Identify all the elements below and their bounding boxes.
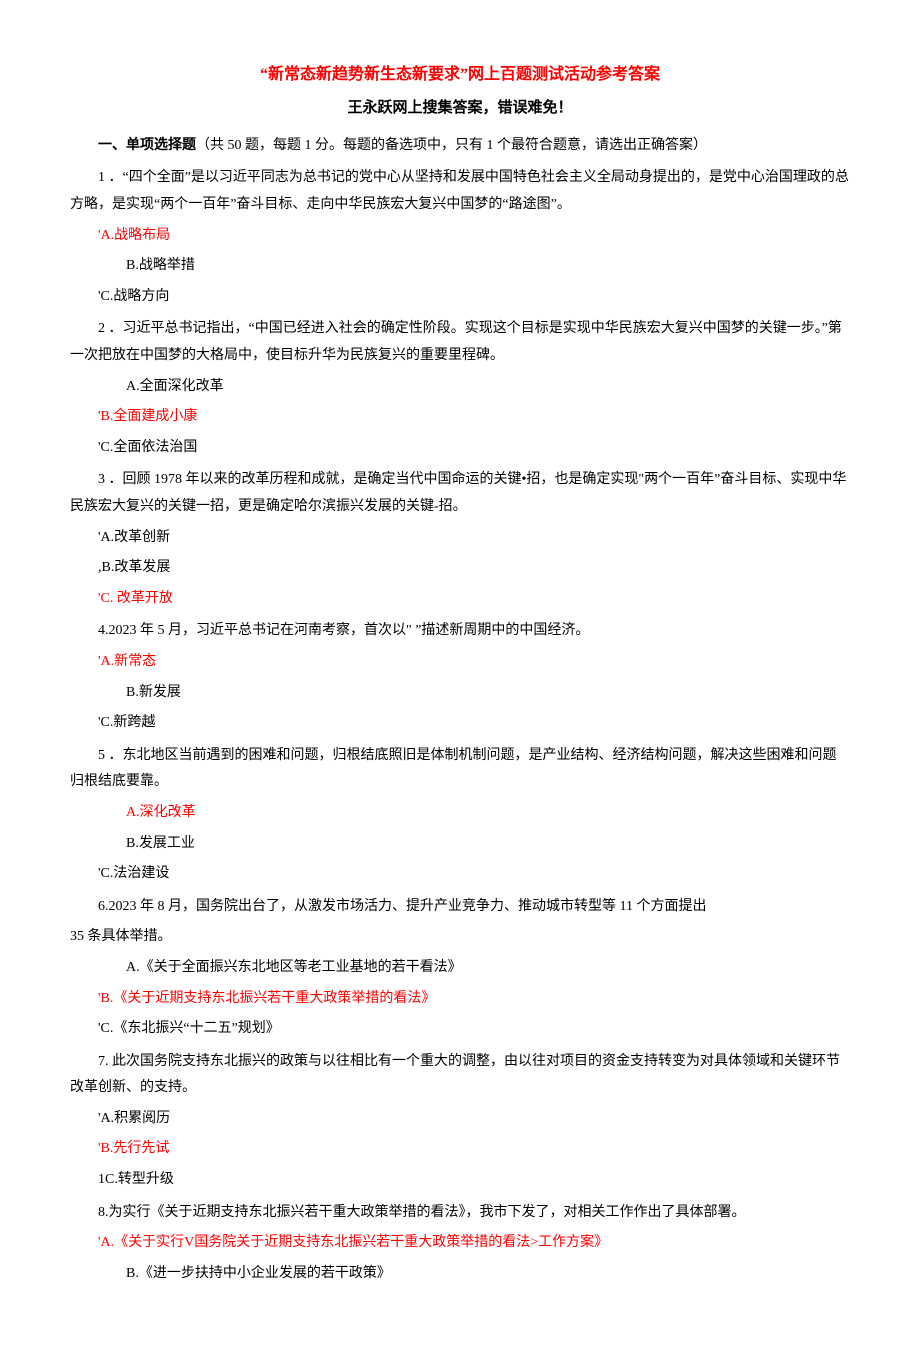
- q7-option-a: 'A.积累阅历: [70, 1106, 850, 1133]
- q2-option-c: 'C.全面依法治国: [70, 435, 850, 462]
- q4-option-c: 'C.新跨越: [70, 710, 850, 737]
- page-title-sub: 王永跃网上搜集答案，错误难免！: [70, 94, 850, 123]
- question-8: 8.为实行《关于近期支持东北振兴若干重大政策举措的看法》，我市下发了，对相关工作…: [70, 1200, 850, 1227]
- page-title-main: “新常态新趋势新生态新要求”网上百题测试活动参考答案: [70, 60, 850, 90]
- q2-option-b: 'B.全面建成小康: [70, 404, 850, 431]
- question-4: 4.2023 年 5 月，习近平总书记在河南考察，首次以" ”描述新周期中的中国…: [70, 618, 850, 645]
- question-6-line1: 6.2023 年 8 月，国务院出台了，从激发市场活力、提升产业竞争力、推动城市…: [70, 894, 850, 921]
- question-2: 2 ．习近平总书记指出，“中国已经进入社会的确定性阶段。实现这个目标是实现中华民…: [70, 316, 850, 369]
- question-7: 7. 此次国务院支持东北振兴的政策与以往相比有一个重大的调整，由以往对项目的资金…: [70, 1049, 850, 1102]
- q6-option-b: 'B.《关于近期支持东北振兴若干重大政策举措的看法》: [70, 986, 850, 1013]
- q4-option-a: 'A.新常态: [70, 649, 850, 676]
- q3-option-c: 'C. 改革开放: [70, 586, 850, 613]
- section-header-rest: （共 50 题，每题 1 分。每题的备选项中，只有 1 个最符合题意，请选出正确…: [196, 138, 707, 153]
- question-5: 5 ．东北地区当前遇到的困难和问题，归根结底照旧是体制机制问题，是产业结构、经济…: [70, 743, 850, 796]
- question-6-line2: 35 条具体举措。: [70, 924, 850, 951]
- section-header-bold: 一、单项选择题: [98, 138, 196, 153]
- q7-option-b: 'B.先行先试: [70, 1136, 850, 1163]
- q3-option-a: 'A.改革创新: [70, 525, 850, 552]
- q7-option-c: 1C.转型升级: [70, 1167, 850, 1194]
- q5-option-a: A.深化改革: [70, 800, 850, 827]
- q5-option-c: 'C.法治建设: [70, 861, 850, 888]
- question-1: 1 ．“四个全面”是以习近平同志为总书记的党中心从坚持和发展中国特色社会主义全局…: [70, 165, 850, 218]
- q5-option-b: B.发展工业: [70, 831, 850, 858]
- q8-option-a: 'A.《关于实行V国务院关于近期支持东北振兴若干重大政策举措的看法>工作方案》: [70, 1230, 850, 1257]
- q6-option-c: 'C.《东北振兴“十二五”规划》: [70, 1016, 850, 1043]
- question-3: 3 ．回顾 1978 年以来的改革历程和成就，是确定当代中国命运的关键•招，也是…: [70, 467, 850, 520]
- q2-option-a: A.全面深化改革: [70, 374, 850, 401]
- q6-option-a: A.《关于全面振兴东北地区等老工业基地的若干看法》: [70, 955, 850, 982]
- q4-option-b: B.新发展: [70, 680, 850, 707]
- q3-option-b: ,B.改革发展: [70, 555, 850, 582]
- q1-option-a: 'A.战略布局: [70, 223, 850, 250]
- q1-option-b: B.战略举措: [70, 253, 850, 280]
- q1-option-c: 'C.战略方向: [70, 284, 850, 311]
- section-header: 一、单项选择题（共 50 题，每题 1 分。每题的备选项中，只有 1 个最符合题…: [70, 133, 850, 160]
- q8-option-b: B.《进一步扶持中小企业发展的若干政策》: [70, 1261, 850, 1288]
